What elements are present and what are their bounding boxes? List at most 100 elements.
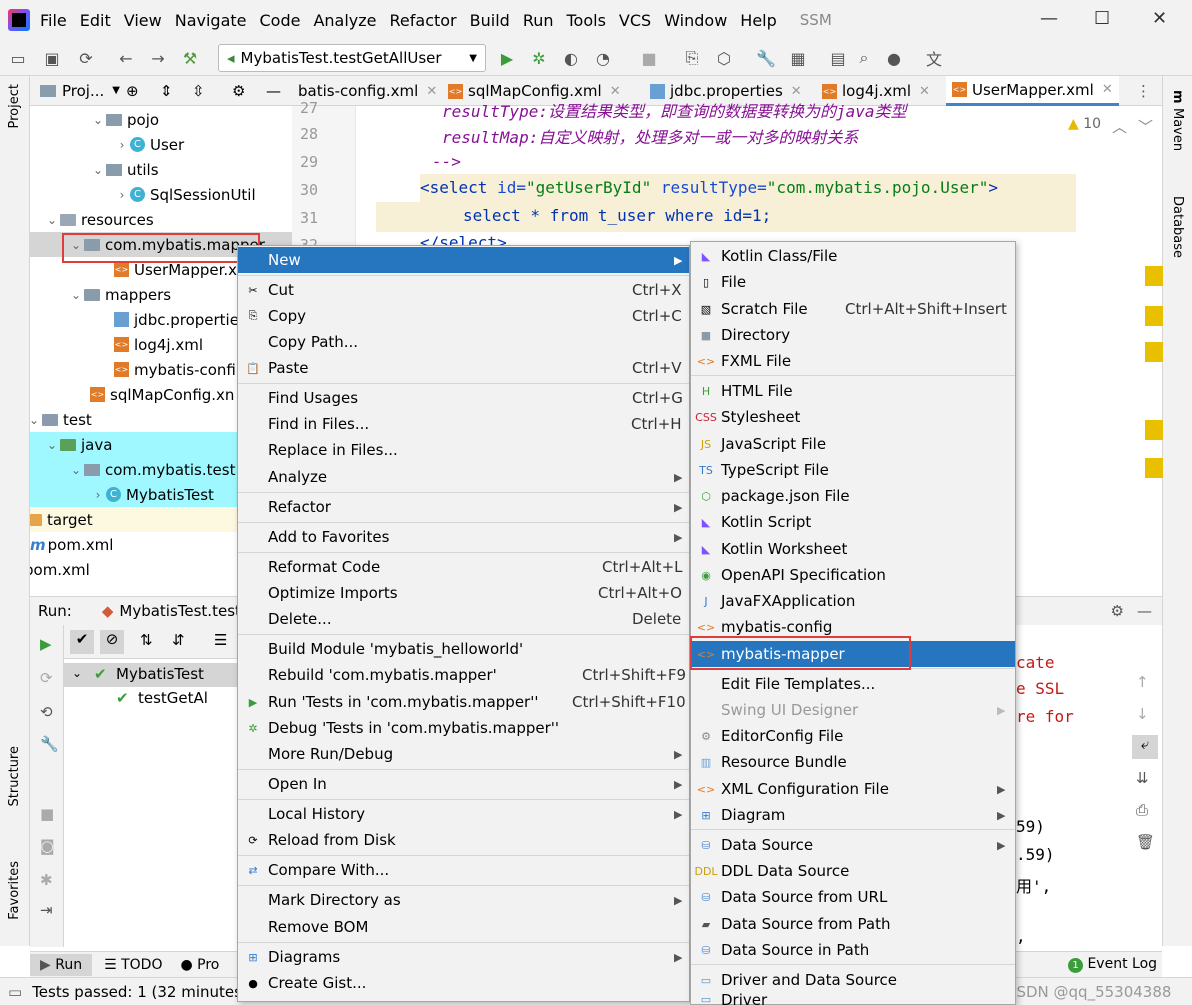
marker[interactable] — [1145, 266, 1163, 286]
rerun-icon[interactable]: ▶ — [40, 635, 52, 653]
code-with-me-icon[interactable]: ● — [882, 46, 906, 70]
menu-navigate[interactable]: Navigate — [175, 11, 247, 30]
menu-item-reformat-code[interactable]: Reformat Code Ctrl+Alt+L — [238, 554, 689, 580]
sync-icon[interactable]: ⟳ — [74, 46, 98, 70]
minimize-button[interactable]: — — [1040, 8, 1058, 29]
close-icon[interactable]: ✕ — [610, 84, 621, 99]
menu-item-create-gist[interactable]: ● Create Gist... — [238, 970, 689, 996]
submenu-kotlin-script[interactable]: ◣ Kotlin Script — [691, 509, 1015, 535]
project-panel-title[interactable]: Proj... — [62, 82, 104, 100]
tree-item[interactable]: ⌄ resources — [44, 207, 154, 232]
coverage-icon[interactable]: ◐ — [559, 46, 583, 70]
menu-item-diagrams[interactable]: ⊞ Diagrams ▶ — [238, 944, 689, 970]
status-icon[interactable]: ▭ — [8, 983, 22, 1001]
menu-build[interactable]: Build — [470, 11, 510, 30]
menu-item-more-run-debug[interactable]: More Run/Debug ▶ — [238, 741, 689, 767]
warnings-indicator[interactable]: ▲ 10 — [1068, 116, 1101, 132]
submenu-xml-config[interactable]: <> XML Configuration File ▶ — [691, 776, 1015, 802]
menu-item-build-module[interactable]: Build Module 'mybatis_helloworld' — [238, 636, 689, 662]
marker[interactable] — [1145, 306, 1163, 326]
marker[interactable] — [1145, 420, 1163, 440]
menu-edit[interactable]: Edit — [80, 11, 111, 30]
menu-view[interactable]: View — [124, 11, 162, 30]
tree-item[interactable]: ⌄ mappers — [68, 282, 171, 307]
close-icon[interactable]: ✕ — [1102, 82, 1113, 97]
vcs-icon[interactable]: ⬡ — [712, 46, 736, 70]
sort-duration-icon[interactable]: ⇵ — [172, 631, 185, 649]
tree-item[interactable]: target — [30, 507, 238, 532]
menu-item-replace-in-files[interactable]: Replace in Files... — [238, 437, 689, 463]
menu-item-remove-bom[interactable]: Remove BOM — [238, 914, 689, 940]
tree-item[interactable]: pom.xml — [30, 557, 90, 582]
menu-item-rebuild[interactable]: Rebuild 'com.mybatis.mapper' Ctrl+Shift+F… — [238, 662, 689, 688]
menu-window[interactable]: Window — [664, 11, 727, 30]
menu-item-local-history[interactable]: Local History ▶ — [238, 801, 689, 827]
save-icon[interactable]: ▣ — [40, 46, 64, 70]
submenu-directory[interactable]: ■ Directory — [691, 322, 1015, 348]
submenu-data-source[interactable]: ⛁ Data Source ▶ — [691, 832, 1015, 858]
menu-code[interactable]: Code — [260, 11, 301, 30]
database-tool-tab[interactable]: Database — [1170, 196, 1185, 258]
collapse-all-icon[interactable]: ⇳ — [192, 82, 205, 100]
locate-icon[interactable]: ⊕ — [126, 82, 139, 100]
menu-item-paste[interactable]: 📋 Paste Ctrl+V — [238, 355, 689, 381]
tree-item[interactable]: ⌄ pojo — [90, 107, 159, 132]
tree-item[interactable]: ⌄ java — [30, 432, 238, 457]
menu-item-run-tests[interactable]: ▶ Run 'Tests in 'com.mybatis.mapper'' Ctrl… — [238, 689, 689, 715]
menu-item-reload-from-disk[interactable]: ⟳ Reload from Disk — [238, 827, 689, 853]
maximize-button[interactable]: ☐ — [1094, 8, 1110, 29]
exit-icon[interactable]: ⇥ — [40, 901, 53, 919]
chevron-down-icon[interactable]: ﹀ — [1138, 116, 1153, 137]
menu-analyze[interactable]: Analyze — [313, 11, 376, 30]
submenu-driver-and-data-source[interactable]: ▭ Driver and Data Source — [691, 967, 1015, 993]
submenu-ddl-data-source[interactable]: DDL DDL Data Source — [691, 858, 1015, 884]
trash-icon[interactable]: 🗑 — [1136, 833, 1155, 851]
down-arrow-icon[interactable]: ↓ — [1136, 705, 1149, 723]
gear-icon[interactable]: ⚙ — [232, 82, 245, 100]
build-hammer-icon[interactable]: ⚒ — [178, 46, 202, 70]
expand-icon[interactable]: ☰ — [214, 631, 227, 649]
tree-item[interactable]: ⌄ utils — [90, 157, 159, 182]
tree-item[interactable]: <> sqlMapConfig.xn — [90, 382, 234, 407]
run-configuration-select[interactable]: ◂ MybatisTest.testGetAllUser ▼ — [218, 44, 486, 72]
submenu-openapi[interactable]: ◉ OpenAPI Specification — [691, 562, 1015, 588]
submenu-stylesheet[interactable]: CSS Stylesheet — [691, 404, 1015, 430]
run-tool-tab[interactable]: ▶ Run — [30, 953, 93, 976]
settings-icon[interactable]: ✱ — [40, 871, 53, 889]
show-ignored-icon[interactable]: ⊘ — [100, 630, 124, 654]
stop-icon[interactable]: ■ — [637, 46, 661, 70]
menu-file[interactable]: File — [40, 11, 67, 30]
submenu-editorconfig[interactable]: ⚙ EditorConfig File — [691, 723, 1015, 749]
menu-item-find-in-files[interactable]: Find in Files... Ctrl+H — [238, 411, 689, 437]
camera-icon[interactable]: ◙ — [40, 837, 55, 855]
close-button[interactable]: ✕ — [1152, 8, 1167, 29]
submenu-file[interactable]: ▯ File — [691, 269, 1015, 295]
favorites-tool-tab[interactable]: Favorites — [7, 861, 22, 920]
back-icon[interactable]: ← — [114, 46, 138, 70]
menu-item-compare-with[interactable]: ⇄ Compare With... — [238, 857, 689, 883]
menu-item-debug-tests[interactable]: ✲ Debug 'Tests in 'com.mybatis.mapper'' — [238, 715, 689, 741]
forward-icon[interactable]: → — [146, 46, 170, 70]
submenu-resource-bundle[interactable]: ▥ Resource Bundle — [691, 749, 1015, 775]
toggle-autotest-icon[interactable]: ⟲ — [40, 703, 53, 721]
wrench-icon[interactable]: 🔧 — [40, 735, 59, 753]
soft-wrap-icon[interactable]: ⤶ — [1132, 735, 1158, 759]
submenu-edit-templates[interactable]: Edit File Templates... — [691, 671, 1015, 697]
open-icon[interactable]: ▭ — [6, 46, 30, 70]
hide-icon[interactable]: — — [266, 82, 281, 100]
structure-tool-tab[interactable]: Structure — [7, 746, 22, 806]
show-passed-icon[interactable]: ✔ — [70, 630, 94, 654]
menu-item-mark-directory[interactable]: Mark Directory as ▶ — [238, 887, 689, 913]
tree-item[interactable]: › C MybatisTest — [30, 482, 238, 507]
close-icon[interactable]: ✕ — [919, 84, 930, 99]
submenu-kotlin-class[interactable]: ◣ Kotlin Class/File — [691, 243, 1015, 269]
todo-tool-tab[interactable]: ☰ TODO — [104, 957, 162, 973]
tree-item[interactable]: › C User — [114, 132, 185, 157]
chevron-down-icon[interactable]: ▼ — [112, 85, 120, 96]
menu-item-open-in[interactable]: Open In ▶ — [238, 771, 689, 797]
menu-item-cut[interactable]: ✂ Cut Ctrl+X — [238, 277, 689, 303]
submenu-package-json[interactable]: ⬡ package.json File — [691, 483, 1015, 509]
menu-run[interactable]: Run — [523, 11, 554, 30]
menu-item-delete[interactable]: Delete... Delete — [238, 606, 689, 632]
menu-refactor[interactable]: Refactor — [390, 11, 457, 30]
